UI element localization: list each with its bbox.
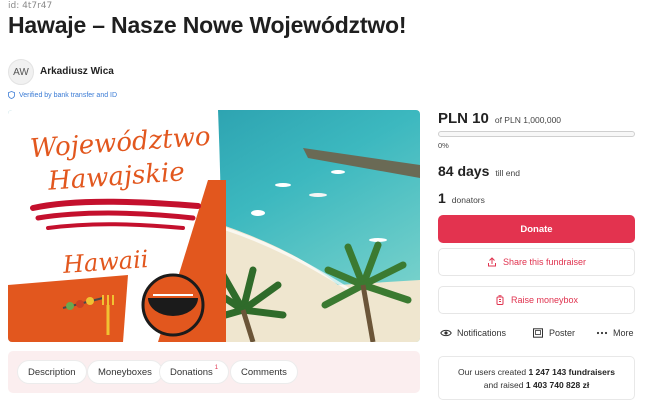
donators-count: 1 [438,190,446,206]
tab-label: Donations [170,366,213,378]
tab-label: Moneyboxes [98,366,152,378]
page-id: id: 4t7r47 [8,1,53,11]
poster-label: Poster [549,328,576,338]
days-value: 84 days [438,163,490,179]
eye-icon [440,329,452,337]
tab-comments[interactable]: Comments [230,360,298,384]
poster-icon [533,328,543,338]
stats-line1-prefix: Our users created [458,367,527,377]
stats-line2-prefix: and raised [483,380,524,390]
share-icon [487,257,496,267]
moneybox-icon [496,295,504,305]
stats-line1: Our users created 1 247 143 fundraisers [439,366,634,379]
notifications-label: Notifications [457,328,507,338]
donators-label: donators [451,195,485,205]
hero-image[interactable]: Województwo Hawajskie Hawaii [8,110,420,342]
donations-count-badge: 1 [214,365,219,371]
raise-moneybox-button[interactable]: Raise moneybox [438,286,635,314]
days-left: 84 days till end [438,163,520,179]
tabs-bar: Description Moneyboxes Donations 1 Comme… [8,351,420,393]
amount-raised: PLN 10 of PLN 1,000,000 [438,110,561,127]
tab-description[interactable]: Description [17,360,87,384]
tab-moneyboxes[interactable]: Moneyboxes [87,360,163,384]
notifications-button[interactable]: Notifications [440,328,506,338]
progress-percent: 0% [438,141,449,150]
tab-donations[interactable]: Donations 1 [159,360,230,384]
poster-button[interactable]: Poster [532,328,575,338]
hero-title-line3: Hawaii [62,245,150,279]
share-button[interactable]: Share this fundraiser [438,248,635,276]
amount-value: PLN 10 [438,110,489,127]
page-title: Hawaje – Nasze Nowe Województwo! [8,12,407,38]
avatar[interactable]: AW [8,59,34,85]
more-dots-icon [596,331,608,335]
donators: 1 donators [438,190,485,206]
days-suffix: till end [495,168,520,178]
author-name[interactable]: Arkadiusz Wica [40,66,114,77]
donate-button[interactable]: Donate [438,215,635,243]
goal-text: of PLN 1,000,000 [494,115,562,125]
stats-line2: and raised 1 403 740 828 zł [439,379,634,392]
verified-badge: Verified by bank transfer and ID [8,91,117,99]
tab-label: Description [28,366,76,378]
raised-amount: 1 403 740 828 zł [525,380,590,390]
platform-stats: Our users created 1 247 143 fundraisers … [438,356,635,400]
more-label: More [613,328,634,338]
fundraisers-count: 1 247 143 fundraisers [528,367,615,377]
shield-check-icon [8,91,15,99]
tab-label: Comments [241,366,287,378]
moneybox-label: Raise moneybox [510,295,579,305]
verified-text: Verified by bank transfer and ID [19,91,118,99]
secondary-actions: Notifications Poster More [438,328,635,344]
more-button[interactable]: More [596,328,634,338]
share-label: Share this fundraiser [502,257,587,267]
progress-bar [438,131,635,137]
